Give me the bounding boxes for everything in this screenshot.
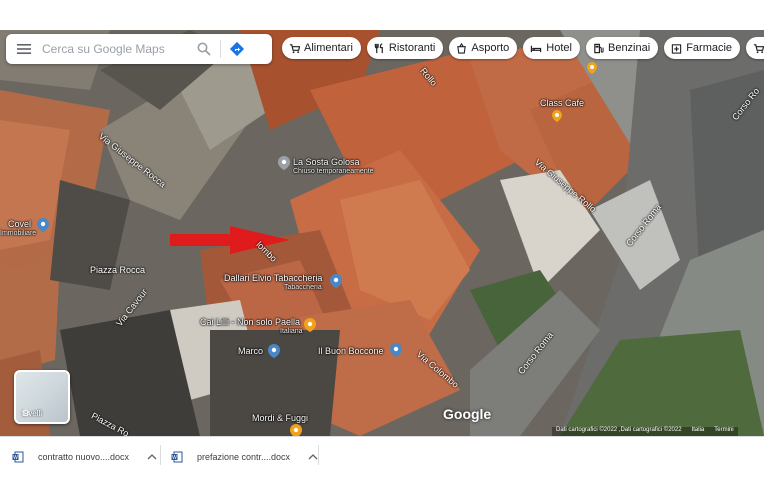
- word-doc-icon: W: [171, 451, 183, 463]
- poi-category: Italiana: [280, 328, 303, 335]
- fuel-icon: [594, 43, 604, 53]
- chip-label: Farmacie: [686, 42, 733, 54]
- word-doc-icon: W: [12, 451, 24, 463]
- map-attribution: Dati cartografici ©2022 ,Dati cartografi…: [552, 427, 738, 436]
- search-icon: [197, 42, 211, 56]
- layers-icon: [22, 409, 30, 417]
- download-separator: [318, 445, 319, 465]
- attribution-terms-link[interactable]: Termini: [714, 427, 733, 436]
- chip-label: Benzinai: [607, 42, 651, 54]
- download-filename: prefazione contr....docx: [197, 452, 291, 462]
- chevron-up-icon[interactable]: [147, 453, 157, 461]
- download-item[interactable]: W prefazione contr....docx: [171, 447, 318, 467]
- poi-status: Chiuso temporaneamente: [293, 168, 374, 175]
- chip-hotel[interactable]: Hotel: [523, 37, 580, 59]
- takeout-icon: [457, 42, 467, 54]
- poi-orange-pin-icon: [304, 318, 316, 332]
- chip-farmacie[interactable]: Farmacie: [664, 37, 741, 59]
- chip-benzinai[interactable]: Benzinai: [585, 37, 659, 59]
- poi-label: Dallari Elvio Tabaccheria: [224, 273, 323, 283]
- chip-label: Hotel: [546, 42, 572, 54]
- chip-asporto[interactable]: Asporto: [449, 37, 518, 59]
- layers-label-wrap: Livelli: [22, 409, 42, 418]
- poi-label: Il Buon Boccone: [318, 346, 384, 356]
- downloads-bar: W contratto nuovo....docx W prefazione c…: [0, 436, 764, 493]
- fork-knife-icon: [374, 42, 383, 53]
- street-label: Piazza Rocca: [90, 265, 146, 275]
- poi-label: Class Cafe: [540, 98, 585, 108]
- poi-blue-pin-icon: [268, 344, 280, 358]
- poi-label: Covel: [8, 219, 32, 229]
- map-satellite-view[interactable]: Class Cafe La Sosta Golosa Chiuso tempor…: [0, 30, 764, 436]
- menu-button[interactable]: [6, 34, 42, 64]
- category-chips: Alimentari Ristoranti Asporto Hotel Benz…: [282, 37, 764, 59]
- poi-orange-pin-icon: [290, 424, 302, 436]
- chip-label: Alimentari: [304, 42, 353, 54]
- svg-text:W: W: [172, 455, 177, 461]
- download-separator: [160, 445, 161, 465]
- google-logo: Google: [443, 406, 492, 422]
- chip-label: Ristoranti: [388, 42, 436, 54]
- poi-blue-pin-icon: [390, 343, 402, 357]
- poi-category: Tabaccheria: [284, 284, 322, 291]
- hamburger-menu-icon: [17, 44, 31, 54]
- poi-label: Mordi & Fuggi: [252, 413, 309, 423]
- poi-blue-pin-icon: [330, 274, 342, 288]
- chevron-up-icon[interactable]: [308, 453, 318, 461]
- bed-icon: [531, 45, 542, 52]
- layers-button[interactable]: Livelli: [14, 370, 70, 424]
- poi-class-cafe[interactable]: Class Cafe: [540, 98, 585, 122]
- poi-label: Cai Lilli - Non solo Paella: [200, 317, 301, 327]
- search-button[interactable]: [192, 34, 216, 64]
- poi-gray-pin-icon: [278, 156, 290, 170]
- directions-icon: [229, 41, 245, 57]
- satellite-imagery: [0, 30, 764, 436]
- attribution-data: Dati cartografici ©2022 ,Dati cartografi…: [556, 427, 682, 433]
- poi-label: La Sosta Golosa: [293, 157, 360, 167]
- search-input[interactable]: [42, 42, 192, 56]
- cart-icon: [753, 43, 764, 53]
- download-filename: contratto nuovo....docx: [38, 452, 130, 462]
- pharmacy-icon: [672, 43, 682, 54]
- cart-icon: [289, 43, 300, 53]
- poi-orange-pin-icon: [552, 110, 562, 122]
- directions-button[interactable]: [225, 34, 249, 64]
- svg-text:W: W: [13, 455, 18, 461]
- chip-ristoranti[interactable]: Ristoranti: [366, 37, 444, 59]
- poi-blue-pin-icon: [37, 218, 49, 232]
- chip-alimentari[interactable]: Alimentari: [282, 37, 361, 59]
- download-item[interactable]: W contratto nuovo....docx: [12, 447, 157, 467]
- poi-category: Immobiliare: [0, 230, 37, 237]
- poi-orange-pin-icon[interactable]: [587, 62, 597, 74]
- poi-label: Marco: [238, 346, 264, 356]
- chip-label: Asporto: [471, 42, 510, 54]
- search-box: [6, 34, 272, 64]
- chip-ca[interactable]: Ca: [746, 37, 764, 59]
- search-divider: [220, 40, 221, 58]
- attribution-country[interactable]: Italia: [692, 427, 705, 436]
